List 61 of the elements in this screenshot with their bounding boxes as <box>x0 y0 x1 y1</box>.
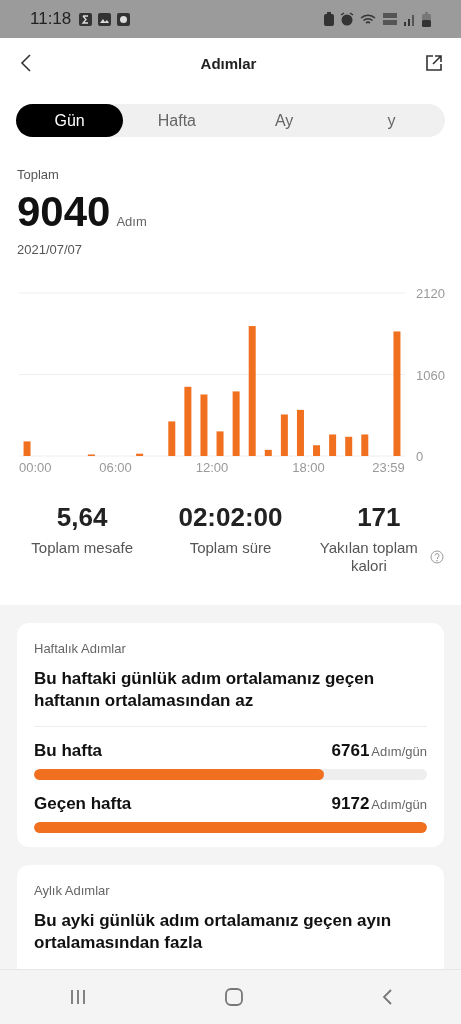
battery-icon <box>422 11 431 27</box>
stat-value: 5,64 <box>56 502 108 533</box>
week-label: Bu hafta <box>34 741 102 762</box>
card-message: Bu ayki günlük adım ortalamanız geçen ayın ortalamasından fazla <box>34 910 393 955</box>
recent-apps-icon[interactable] <box>68 988 87 1006</box>
axis-label: 23:59 <box>372 460 405 475</box>
card-title: Haftalık Adımlar <box>34 641 127 656</box>
chart-bar <box>361 434 369 456</box>
total-steps: 9040 <box>17 188 111 236</box>
status-time: 11:18 <box>30 9 72 29</box>
signal-icon <box>404 12 416 26</box>
axis-label: 18:00 <box>292 460 325 475</box>
chart-bar <box>313 445 321 456</box>
stat-label: Yakılan toplam kalori <box>318 539 419 575</box>
axis-label: 06:00 <box>99 460 132 475</box>
share-icon[interactable] <box>425 54 443 72</box>
axis-label: 12:00 <box>195 460 229 475</box>
chart-bar <box>345 436 353 456</box>
average-value: 6761 <box>331 741 370 762</box>
period-tab[interactable]: Ay <box>230 104 338 137</box>
week-label: Geçen hafta <box>34 794 132 815</box>
card-title: Aylık Adımlar <box>34 883 111 899</box>
battery-saver-icon <box>324 12 334 26</box>
chart-bar <box>264 449 272 456</box>
period-tab[interactable]: Hafta <box>123 104 231 137</box>
help-icon[interactable] <box>429 550 444 564</box>
axis-label: 2120 <box>416 286 445 301</box>
chart-bar <box>23 441 31 456</box>
chart-bar <box>200 394 208 456</box>
period-tab[interactable]: Gün <box>16 104 124 137</box>
stat-value: 171 <box>357 502 401 533</box>
unit-label: Adım/gün <box>371 744 427 760</box>
chart-bar <box>168 421 176 456</box>
chart-bar <box>329 434 337 456</box>
chart-bar <box>216 431 224 456</box>
date-label: 2021/07/07 <box>17 242 84 257</box>
axis-label: 00:00 <box>19 460 52 475</box>
chart-bar <box>136 453 144 456</box>
chart-bar <box>296 409 304 456</box>
axis-label: 0 <box>416 449 424 464</box>
alarm-icon <box>340 12 354 26</box>
image-icon <box>98 12 112 26</box>
total-label: Toplam <box>17 167 60 182</box>
back-icon[interactable] <box>20 53 32 73</box>
home-icon[interactable] <box>223 987 244 1007</box>
chart-bar <box>184 386 192 456</box>
stat-label: Toplam süre <box>189 539 272 557</box>
unit-label: Adım <box>116 214 147 229</box>
stat-value: 02:02:00 <box>178 502 283 533</box>
wifi-icon <box>360 12 376 26</box>
card-message: Bu haftaki günlük adım ortalamanız geçen haftanın ortalamasından az <box>34 668 376 713</box>
chart-bar <box>280 414 288 456</box>
axis-label: 1060 <box>416 367 445 383</box>
unit-label: Adım/gün <box>371 797 427 813</box>
sigma-icon <box>79 12 93 26</box>
page-title: Adımlar <box>200 54 257 72</box>
average-value: 9172 <box>331 794 370 815</box>
stat-label: Toplam mesafe <box>31 539 133 557</box>
chart-bar <box>232 391 240 456</box>
period-tab[interactable]: y <box>337 104 445 137</box>
clock-icon <box>117 12 131 26</box>
